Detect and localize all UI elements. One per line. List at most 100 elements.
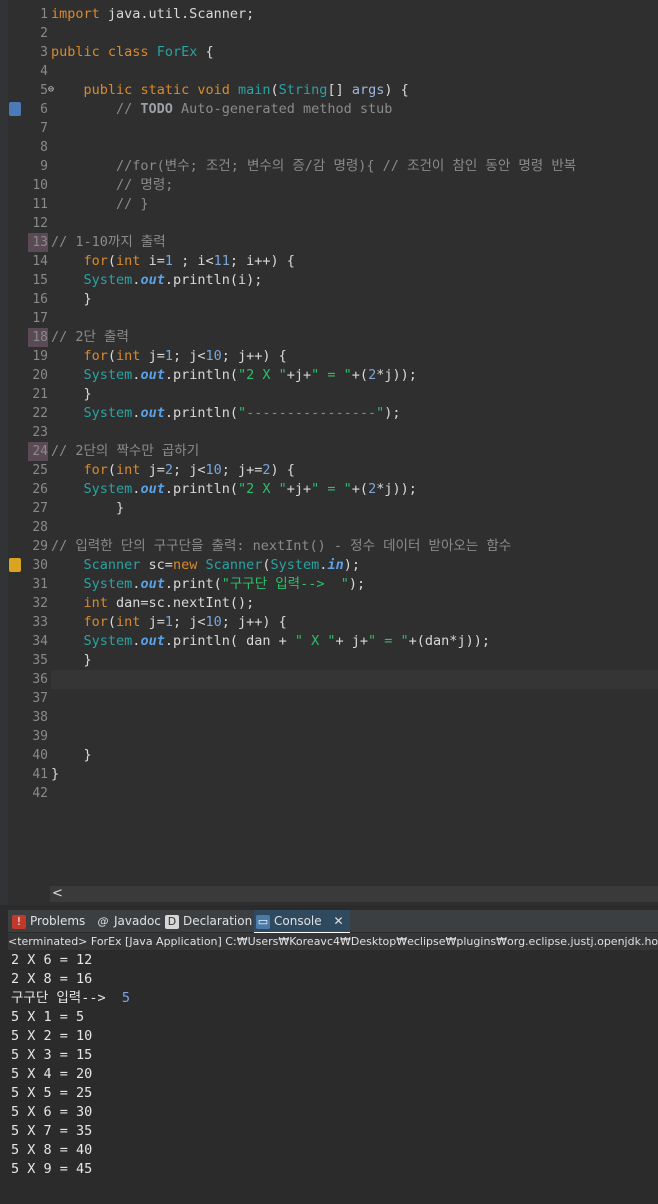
code-area[interactable]: import java.util.Scanner; public class Fo… bbox=[51, 5, 658, 803]
code-token: 1 bbox=[164, 348, 173, 364]
code-line[interactable]: System.out.println("----------------"); bbox=[51, 404, 658, 423]
code-line[interactable] bbox=[51, 214, 658, 233]
code-token: ; j< bbox=[172, 348, 206, 364]
tab-declaration[interactable]: D Declaration bbox=[165, 910, 252, 932]
line-number: 30 bbox=[32, 558, 48, 573]
code-token: *j)); bbox=[376, 367, 417, 383]
code-line[interactable]: Scanner sc=new Scanner(System.in); bbox=[51, 556, 658, 575]
code-line[interactable] bbox=[51, 689, 658, 708]
code-line[interactable]: System.out.println("2 X "+j+" = "+(2*j))… bbox=[51, 480, 658, 499]
problems-icon: ! bbox=[12, 914, 26, 929]
code-line[interactable]: for(int j=1; j<10; j++) { bbox=[51, 347, 658, 366]
code-token: // 2단 출력 bbox=[51, 329, 129, 345]
code-line[interactable]: } bbox=[51, 651, 658, 670]
console-output[interactable]: 2 X 6 = 12 2 X 8 = 16 구구단 입력--> 55 X 1 = 5… bbox=[8, 951, 658, 1204]
code-token: import bbox=[51, 6, 100, 22]
code-line[interactable]: } bbox=[51, 499, 658, 518]
console-line: 2 X 8 = 16 bbox=[8, 970, 658, 989]
code-line[interactable]: System.out.println("2 X "+j+" = "+(2*j))… bbox=[51, 366, 658, 385]
line-number: 15 bbox=[32, 273, 48, 288]
code-token: "----------------" bbox=[237, 405, 385, 421]
code-line[interactable]: for(int j=1; j<10; j++) { bbox=[51, 613, 658, 632]
code-line[interactable]: public static void main(String[] args) { bbox=[51, 81, 658, 100]
code-token: new bbox=[172, 557, 198, 573]
code-line[interactable]: // 명령; bbox=[51, 176, 658, 195]
code-token: dan=sc.nextInt(); bbox=[107, 595, 255, 611]
code-token: j= bbox=[140, 348, 165, 364]
code-line[interactable]: } bbox=[51, 385, 658, 404]
code-line[interactable] bbox=[51, 138, 658, 157]
code-line[interactable] bbox=[51, 119, 658, 138]
code-token: + j+ bbox=[335, 633, 369, 649]
code-line[interactable]: int dan=sc.nextInt(); bbox=[51, 594, 658, 613]
code-line[interactable] bbox=[51, 670, 658, 689]
code-line[interactable]: for(int j=2; j<10; j+=2) { bbox=[51, 461, 658, 480]
code-line[interactable] bbox=[51, 784, 658, 803]
console-text: 5 X 9 = 45 bbox=[11, 1161, 93, 1177]
code-line[interactable]: } bbox=[51, 765, 658, 784]
code-line[interactable]: System.out.print("구구단 입력--> "); bbox=[51, 575, 658, 594]
bottom-panel-tabs: ! Problems @ Javadoc D Declaration ▭ Console… bbox=[8, 910, 658, 934]
code-token: ForEx bbox=[156, 44, 198, 60]
line-number: 1 bbox=[40, 7, 48, 22]
code-line[interactable]: System.out.println( dan + " X "+ j+" = "… bbox=[51, 632, 658, 651]
code-line[interactable]: } bbox=[51, 746, 658, 765]
console-line: 5 X 8 = 40 bbox=[8, 1141, 658, 1160]
code-line[interactable]: // 2단의 짝수만 곱하기 bbox=[51, 442, 658, 461]
code-token: // bbox=[51, 101, 141, 117]
code-line[interactable] bbox=[51, 708, 658, 727]
code-line[interactable]: //for(변수; 조건; 변수의 증/감 명령){ // 조건이 참인 동안 … bbox=[51, 157, 658, 176]
code-line[interactable]: // 2단 출력 bbox=[51, 328, 658, 347]
code-line[interactable]: import java.util.Scanner; bbox=[51, 5, 658, 24]
code-line[interactable]: public class ForEx { bbox=[51, 43, 658, 62]
line-number: 5 bbox=[40, 83, 48, 98]
line-number: 10 bbox=[32, 178, 48, 193]
code-line[interactable] bbox=[51, 727, 658, 746]
code-token: .println( bbox=[164, 367, 238, 383]
code-token: ( bbox=[270, 82, 279, 98]
code-token: TODO bbox=[140, 101, 173, 117]
code-line[interactable]: // 1-10까지 출력 bbox=[51, 233, 658, 252]
code-line[interactable]: // 입력한 단의 구구단을 출력: nextInt() - 정수 데이터 받아… bbox=[51, 537, 658, 556]
scroll-left-icon[interactable]: < bbox=[52, 886, 63, 902]
code-token: j= bbox=[140, 462, 165, 478]
code-line[interactable]: System.out.println(i); bbox=[51, 271, 658, 290]
code-token: "2 X " bbox=[237, 481, 287, 497]
code-line[interactable]: } bbox=[51, 290, 658, 309]
line-number: 13 bbox=[28, 233, 48, 252]
code-line[interactable]: for(int i=1 ; i<11; i++) { bbox=[51, 252, 658, 271]
code-token: " = " bbox=[311, 367, 352, 383]
code-token: for bbox=[83, 462, 108, 478]
console-line: 5 X 5 = 25 bbox=[8, 1084, 658, 1103]
horizontal-scrollbar[interactable]: < bbox=[50, 886, 658, 902]
tab-javadoc[interactable]: @ Javadoc bbox=[96, 910, 161, 932]
code-token: ( bbox=[262, 557, 271, 573]
code-line[interactable]: // } bbox=[51, 195, 658, 214]
console-text: 5 X 2 = 10 bbox=[11, 1028, 93, 1044]
task-marker-icon[interactable] bbox=[9, 102, 21, 116]
code-line[interactable] bbox=[51, 309, 658, 328]
code-line[interactable] bbox=[51, 24, 658, 43]
code-token: +j+ bbox=[286, 367, 312, 383]
code-line[interactable] bbox=[51, 518, 658, 537]
code-token: .println( bbox=[164, 405, 238, 421]
code-line[interactable]: // TODO Auto-generated method stub bbox=[51, 100, 658, 119]
close-icon[interactable]: ✕ bbox=[333, 914, 343, 928]
code-token: int bbox=[116, 462, 141, 478]
tab-console[interactable]: ▭ Console ✕ bbox=[254, 910, 350, 934]
line-number: 34 bbox=[32, 634, 48, 649]
tab-problems[interactable]: ! Problems bbox=[12, 910, 85, 932]
declaration-icon: D bbox=[165, 914, 179, 929]
warning-icon[interactable] bbox=[9, 558, 21, 572]
code-line[interactable] bbox=[51, 423, 658, 442]
code-editor[interactable]: 1 2 3 4 5 6 7 8 9 10 11 12 13 14 15 16 17 18 19 20 21 22 23 24 2… bbox=[0, 0, 658, 905]
console-text: 2 X 6 = 12 bbox=[11, 952, 93, 968]
line-number: 35 bbox=[32, 653, 48, 668]
code-line[interactable] bbox=[51, 62, 658, 81]
